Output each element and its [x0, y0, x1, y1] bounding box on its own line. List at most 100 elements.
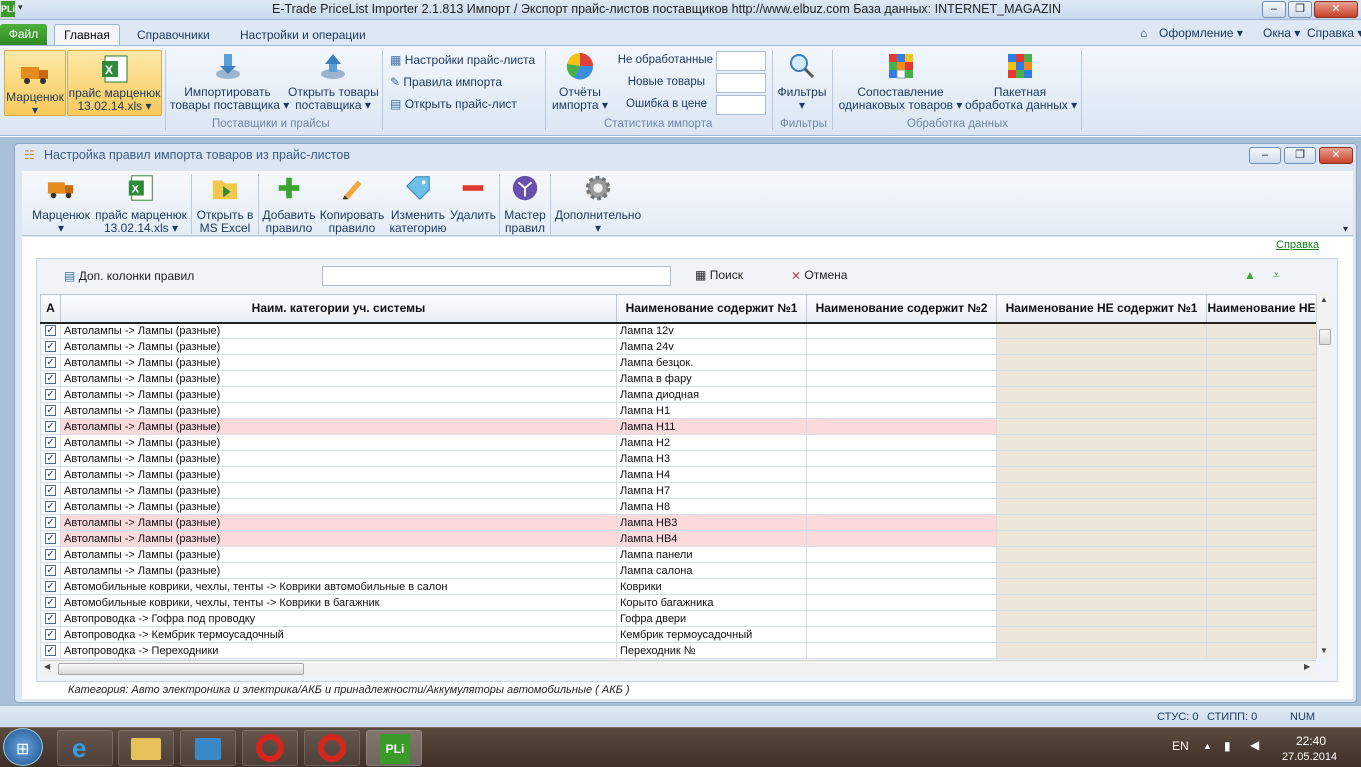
table-row[interactable]: ✓ Автолампы -> Лампы (разные) Лампа в фару	[40, 370, 1317, 387]
cell-category[interactable]: Автолампы -> Лампы (разные)	[60, 514, 617, 531]
cell-contains1[interactable]: Гофра двери	[616, 610, 807, 627]
cell-contains1[interactable]: Лампа безцок.	[616, 354, 807, 371]
checkbox[interactable]: ✓	[45, 549, 56, 561]
table-row[interactable]: ✓ Автолампы -> Лампы (разные) Лампа безцок…	[40, 354, 1317, 371]
table-row[interactable]: ✓ Автолампы -> Лампы (разные) Лампа H4	[40, 466, 1317, 483]
cell-not-contains2[interactable]	[1206, 466, 1317, 483]
col-header-category[interactable]: Наим. категории уч. системы	[60, 294, 617, 324]
table-row[interactable]: ✓ Автолампы -> Лампы (разные) Лампа H3	[40, 450, 1317, 467]
cell-not-contains1[interactable]	[996, 402, 1207, 419]
toolbar-overflow-icon[interactable]: ▾	[1343, 224, 1348, 235]
checkbox[interactable]: ✓	[45, 613, 56, 625]
cell-contains2[interactable]	[806, 466, 997, 483]
cell-contains2[interactable]	[806, 482, 997, 499]
cell-contains2[interactable]	[806, 338, 997, 355]
row-active-checkbox[interactable]: ✓	[40, 418, 61, 435]
row-active-checkbox[interactable]: ✓	[40, 594, 61, 611]
table-row[interactable]: ✓ Автолампы -> Лампы (разные) Лампа H7	[40, 482, 1317, 499]
cell-contains1[interactable]: Лампа салона	[616, 562, 807, 579]
row-active-checkbox[interactable]: ✓	[40, 434, 61, 451]
table-row[interactable]: ✓ Автопроводка -> Кембрик термоусадочный К…	[40, 626, 1317, 643]
col-header-contains2[interactable]: Наименование содержит №2	[806, 294, 997, 324]
cell-category[interactable]: Автолампы -> Лампы (разные)	[60, 482, 617, 499]
cell-not-contains2[interactable]	[1206, 546, 1317, 563]
cell-not-contains1[interactable]	[996, 386, 1207, 403]
table-row[interactable]: ✓ Автолампы -> Лампы (разные) Лампа H11	[40, 418, 1317, 435]
taskbar-opera-2[interactable]	[304, 730, 360, 766]
cell-contains2[interactable]	[806, 354, 997, 371]
cell-category[interactable]: Автолампы -> Лампы (разные)	[60, 466, 617, 483]
arrow-up-icon[interactable]: ▲	[1244, 268, 1256, 282]
compare-goods-button[interactable]: Сопоставление одинаковых товаров ▾	[838, 50, 963, 112]
checkbox[interactable]: ✓	[45, 597, 56, 609]
col-header-active[interactable]: A	[40, 294, 61, 324]
cell-not-contains1[interactable]	[996, 594, 1207, 611]
cell-contains2[interactable]	[806, 546, 997, 563]
design-menu[interactable]: Оформление ▾	[1159, 26, 1243, 40]
cell-contains1[interactable]: Лампа H8	[616, 498, 807, 515]
cell-not-contains2[interactable]	[1206, 514, 1317, 531]
cell-not-contains1[interactable]	[996, 610, 1207, 627]
cell-not-contains1[interactable]	[996, 466, 1207, 483]
open-excel-button[interactable]: Открыть в MS Excel	[194, 173, 256, 235]
row-active-checkbox[interactable]: ✓	[40, 642, 61, 659]
tray-expand-icon[interactable]: ▲	[1203, 741, 1212, 751]
row-active-checkbox[interactable]: ✓	[40, 562, 61, 579]
row-active-checkbox[interactable]: ✓	[40, 466, 61, 483]
cell-contains1[interactable]: Лампа панели	[616, 546, 807, 563]
volume-icon[interactable]: ◀	[1250, 738, 1259, 752]
checkbox[interactable]: ✓	[45, 453, 56, 465]
cell-contains1[interactable]: Лампа H2	[616, 434, 807, 451]
horizontal-scrollbar[interactable]: ◀ ▶	[40, 660, 1316, 676]
row-active-checkbox[interactable]: ✓	[40, 338, 61, 355]
checkbox[interactable]: ✓	[45, 565, 56, 577]
cell-not-contains2[interactable]	[1206, 594, 1317, 611]
add-rule-button[interactable]: Добавить правило	[261, 173, 317, 235]
row-active-checkbox[interactable]: ✓	[40, 498, 61, 515]
cell-contains2[interactable]	[806, 434, 997, 451]
row-active-checkbox[interactable]: ✓	[40, 386, 61, 403]
table-row[interactable]: ✓ Автолампы -> Лампы (разные) Лампа 24v	[40, 338, 1317, 355]
cell-category[interactable]: Автопроводка -> Переходники	[60, 642, 617, 659]
pricelist-button[interactable]: X прайс марценюк 13.02.14.xls ▾	[67, 50, 162, 116]
cell-contains2[interactable]	[806, 370, 997, 387]
table-row[interactable]: ✓ Автомобильные коврики, чехлы, тенты -> …	[40, 594, 1317, 611]
clock-date[interactable]: 27.05.2014	[1282, 751, 1337, 763]
cell-not-contains1[interactable]	[996, 354, 1207, 371]
cell-not-contains1[interactable]	[996, 578, 1207, 595]
chevron-up-icon[interactable]: ⌂	[1140, 26, 1147, 40]
child-close-button[interactable]: ✕	[1319, 147, 1353, 164]
cell-not-contains2[interactable]	[1206, 498, 1317, 515]
row-active-checkbox[interactable]: ✓	[40, 610, 61, 627]
checkbox[interactable]: ✓	[45, 581, 56, 593]
scroll-down-icon[interactable]: ▼	[1320, 646, 1328, 655]
table-row[interactable]: ✓ Автолампы -> Лампы (разные) Лампа салона	[40, 562, 1317, 579]
cell-not-contains2[interactable]	[1206, 482, 1317, 499]
quick-access-dropdown-icon[interactable]: ▾	[18, 2, 28, 16]
clock-time[interactable]: 22:40	[1296, 734, 1326, 748]
checkbox[interactable]: ✓	[45, 325, 56, 337]
tab-settings[interactable]: Настройки и операции	[240, 25, 366, 45]
cell-not-contains2[interactable]	[1206, 610, 1317, 627]
taskbar-opera-1[interactable]	[242, 730, 298, 766]
cell-not-contains2[interactable]	[1206, 530, 1317, 547]
cell-not-contains2[interactable]	[1206, 450, 1317, 467]
cell-contains2[interactable]	[806, 594, 997, 611]
more-button[interactable]: Дополнительно ▾	[553, 173, 643, 235]
cell-contains1[interactable]: Лампа в фару	[616, 370, 807, 387]
col-header-not-contains2[interactable]: Наименование НЕ	[1206, 294, 1317, 324]
cell-contains2[interactable]	[806, 322, 997, 339]
cell-not-contains2[interactable]	[1206, 578, 1317, 595]
cell-contains1[interactable]: Лампа 24v	[616, 338, 807, 355]
cell-category[interactable]: Автолампы -> Лампы (разные)	[60, 450, 617, 467]
checkbox[interactable]: ✓	[45, 357, 56, 369]
scroll-right-icon[interactable]: ▶	[1304, 662, 1310, 671]
help-link[interactable]: Справка	[1276, 239, 1319, 251]
row-active-checkbox[interactable]: ✓	[40, 514, 61, 531]
cell-contains2[interactable]	[806, 402, 997, 419]
tb-supplier-button[interactable]: Марценюк ▾	[30, 173, 92, 235]
cell-not-contains1[interactable]	[996, 530, 1207, 547]
cell-contains1[interactable]: Переходник №	[616, 642, 807, 659]
cell-contains2[interactable]	[806, 578, 997, 595]
cell-not-contains2[interactable]	[1206, 386, 1317, 403]
